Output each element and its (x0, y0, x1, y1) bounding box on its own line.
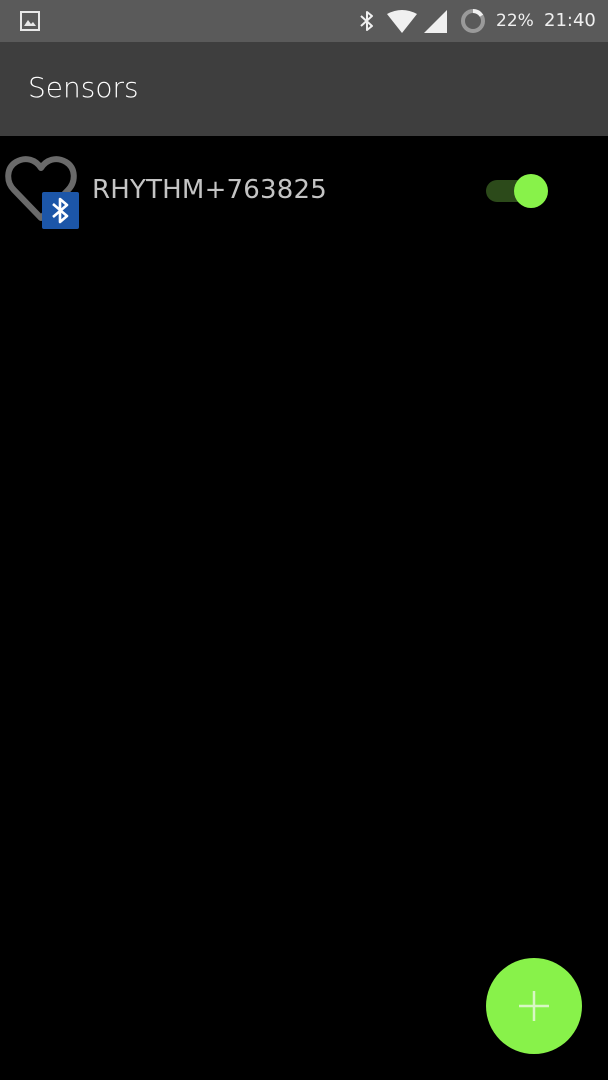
sensor-name: RHYTHM+763825 (92, 175, 328, 205)
status-bar: 22% 21:40 (0, 0, 608, 42)
plus-icon (519, 991, 549, 1021)
app-bar: Sensors (0, 42, 608, 136)
sensor-enabled-toggle[interactable] (484, 172, 550, 210)
bluetooth-icon (360, 11, 373, 31)
sensor-list-item[interactable]: RHYTHM+763825 (0, 150, 608, 234)
battery-ring-icon (461, 8, 485, 33)
signal-icon (424, 10, 447, 33)
page-title: Sensors (28, 71, 139, 104)
status-clock: 21:40 (544, 10, 596, 31)
battery-percent: 22% (496, 11, 534, 31)
bluetooth-badge-icon (42, 192, 79, 229)
wifi-icon (387, 10, 417, 33)
add-sensor-button[interactable] (486, 958, 582, 1054)
gallery-icon (20, 11, 40, 31)
toggle-knob (514, 174, 548, 208)
